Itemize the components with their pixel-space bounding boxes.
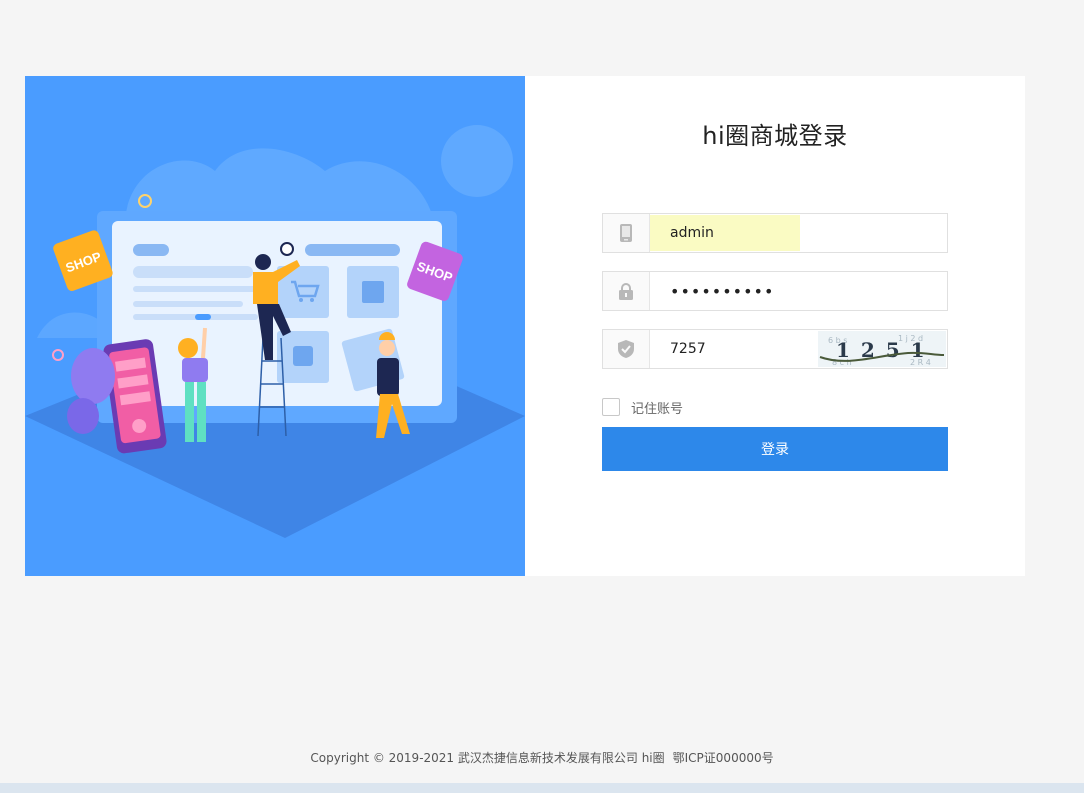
lock-icon — [603, 272, 650, 310]
remember-label: 记住账号 — [631, 401, 684, 417]
shield-check-icon — [603, 330, 650, 368]
login-panel: hi圈商城登录 6 b s 1 j 2 d 8 c h 2 R 4 1 2 5 … — [525, 76, 1025, 576]
username-field-container — [602, 213, 948, 253]
login-button[interactable]: 登录 — [602, 427, 948, 471]
captcha-image[interactable]: 6 b s 1 j 2 d 8 c h 2 R 4 1 2 5 1 — [818, 331, 946, 367]
phone-icon — [603, 214, 650, 252]
captcha-image-text: 1 2 5 1 — [836, 338, 927, 362]
username-input[interactable] — [650, 214, 947, 252]
shop-scene-illustration: SHOP SHOP — [25, 125, 525, 538]
captcha-field-container: 6 b s 1 j 2 d 8 c h 2 R 4 1 2 5 1 — [602, 329, 948, 369]
page-title: hi圈商城登录 — [702, 122, 848, 150]
footer: Copyright © 2019-2021 武汉杰捷信息新技术发展有限公司 hi… — [0, 749, 1084, 766]
copyright-text: Copyright © 2019-2021 武汉杰捷信息新技术发展有限公司 hi… — [310, 751, 665, 765]
captcha-input[interactable] — [650, 330, 810, 368]
bottom-bar — [0, 783, 1084, 793]
password-input[interactable] — [650, 272, 947, 310]
login-illustration: SHOP SHOP — [25, 76, 525, 576]
remember-account-checkbox[interactable]: 记住账号 — [602, 398, 684, 417]
checkbox-box[interactable] — [602, 398, 620, 416]
password-field-container — [602, 271, 948, 311]
icp-text: 鄂ICP证000000号 — [672, 751, 774, 765]
